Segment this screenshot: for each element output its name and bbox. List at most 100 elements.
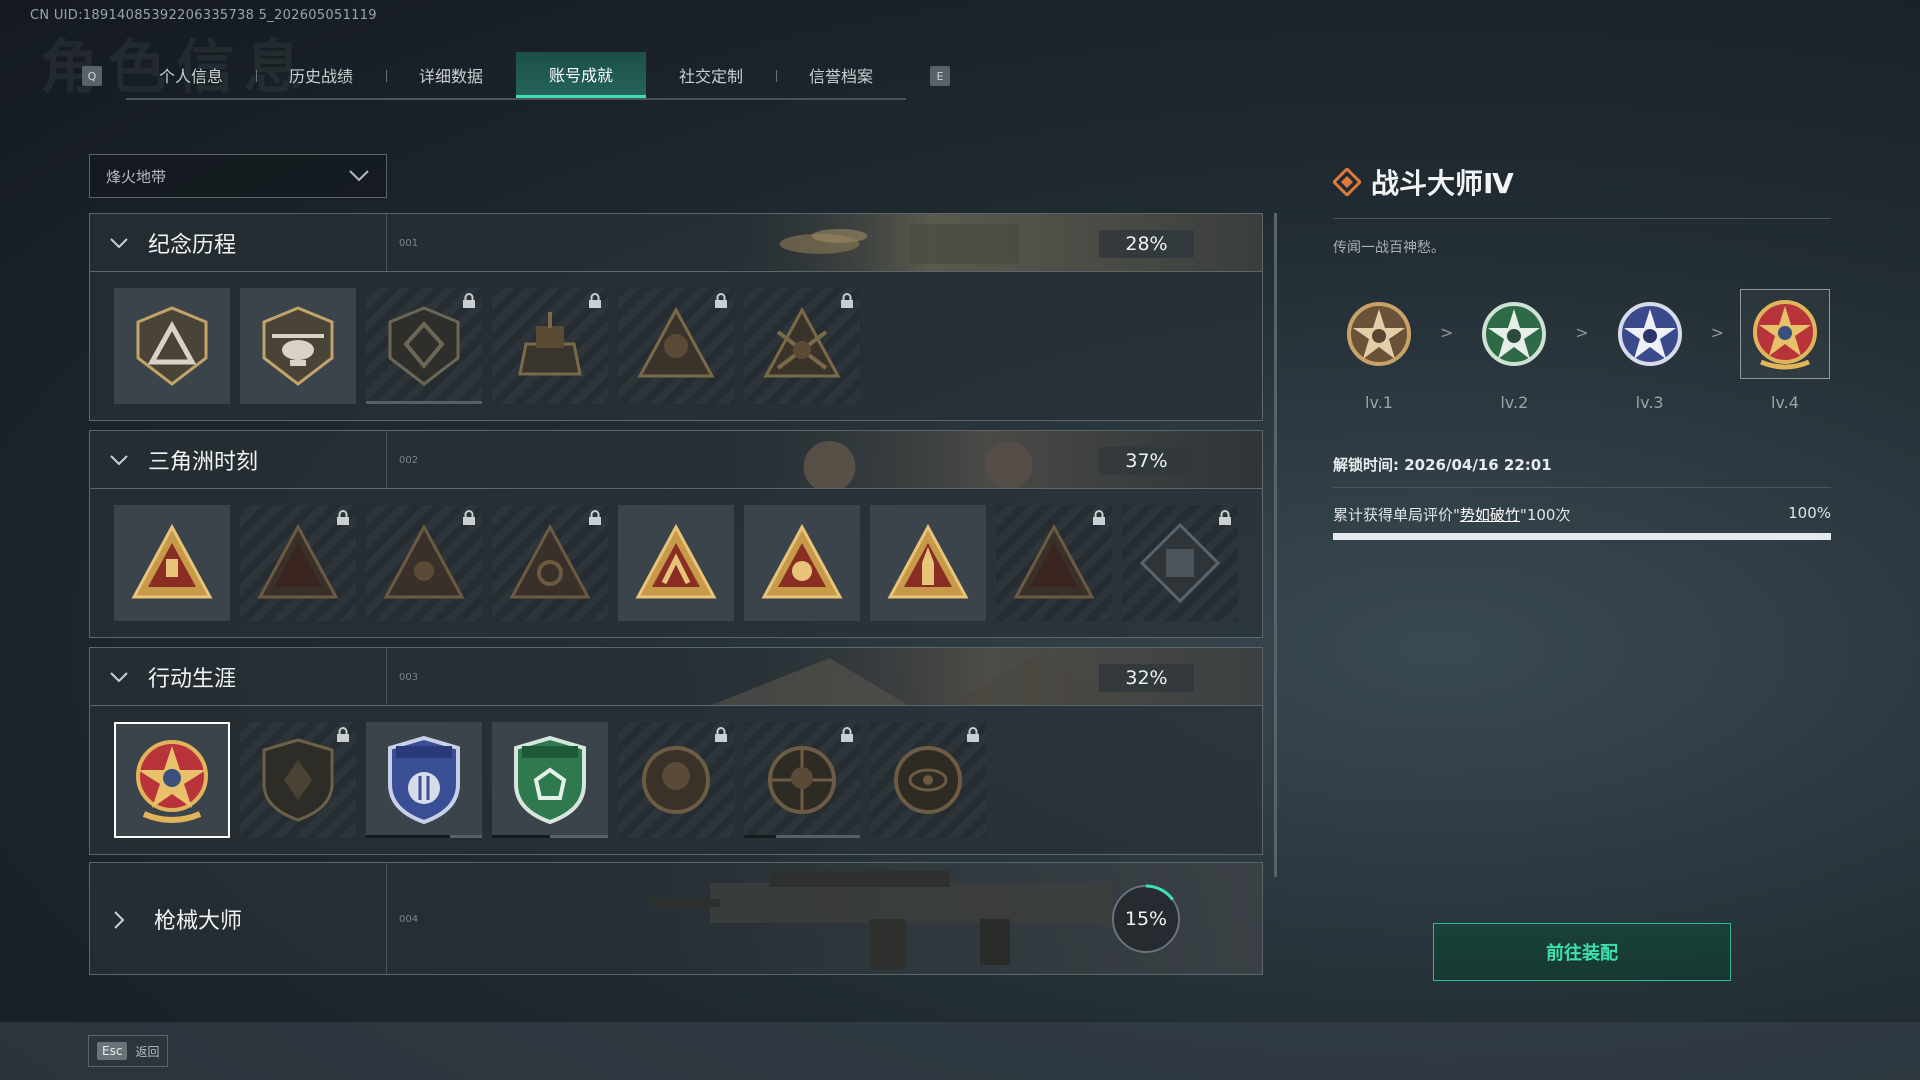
achievement-badge[interactable] bbox=[618, 505, 734, 621]
mode-dropdown-value: 烽火地带 bbox=[106, 167, 167, 186]
level-item[interactable]: lv.1 bbox=[1333, 289, 1425, 412]
lock-icon bbox=[715, 727, 727, 742]
rocket-triangle-icon bbox=[887, 523, 969, 599]
warning-triangle-icon bbox=[1013, 523, 1095, 599]
badge-progress-bar bbox=[492, 835, 608, 838]
requirement-link[interactable]: 势如破竹 bbox=[1460, 506, 1520, 524]
section-memorial: 纪念历程 001 28% bbox=[89, 213, 1263, 421]
achievement-badge[interactable] bbox=[1122, 505, 1238, 621]
requirement-progress-bar bbox=[1333, 533, 1831, 540]
achievement-badge[interactable] bbox=[744, 722, 860, 838]
gold-star-medal-icon bbox=[1752, 300, 1817, 370]
requirement-text: 累计获得单局评价"势如破竹"100次 bbox=[1333, 506, 1571, 524]
tab-personal-info[interactable]: 个人信息 bbox=[126, 52, 256, 98]
lock-icon bbox=[841, 727, 853, 742]
warning-triangle-icon bbox=[257, 523, 339, 599]
lock-icon bbox=[715, 293, 727, 308]
achievement-badge[interactable] bbox=[618, 722, 734, 838]
tab-bar: Q 个人信息 历史战绩 详细数据 账号成就 社交定制 信誉档案 E bbox=[82, 52, 950, 100]
tab-credit[interactable]: 信誉档案 bbox=[776, 52, 906, 98]
badge-grid bbox=[90, 706, 1262, 854]
blue-shield-icon bbox=[388, 735, 460, 825]
achievement-badge[interactable] bbox=[744, 505, 860, 621]
achievement-badge[interactable] bbox=[240, 722, 356, 838]
skull-target-icon bbox=[768, 746, 836, 814]
section-header[interactable]: 纪念历程 001 28% bbox=[90, 214, 1262, 272]
achievement-badge[interactable] bbox=[744, 288, 860, 404]
turret-icon bbox=[518, 312, 582, 376]
achievement-badge[interactable] bbox=[366, 288, 482, 404]
achievement-badge[interactable] bbox=[492, 722, 608, 838]
chevron-down-icon bbox=[110, 454, 128, 465]
lock-icon bbox=[337, 727, 349, 742]
requirement-progress-fill bbox=[1333, 533, 1831, 540]
achievement-badge[interactable] bbox=[366, 722, 482, 838]
eye-emblem-icon bbox=[894, 746, 962, 814]
bronze-star-medal-icon bbox=[1347, 302, 1411, 366]
lock-icon bbox=[967, 727, 979, 742]
shield-emblem-icon bbox=[262, 738, 334, 822]
lock-icon bbox=[337, 510, 349, 525]
warning-triangle-icon bbox=[635, 523, 717, 599]
section-title: 枪械大师 bbox=[154, 909, 243, 934]
chevron-right-icon bbox=[114, 910, 125, 929]
lock-icon bbox=[1219, 510, 1231, 525]
diamond-icon bbox=[1333, 168, 1361, 196]
crossed-rifles-icon bbox=[763, 306, 841, 378]
section-percent: 37% bbox=[1099, 447, 1194, 475]
diamond-emblem-icon bbox=[1139, 522, 1221, 604]
achievement-badge[interactable] bbox=[870, 722, 986, 838]
level-item[interactable]: lv.3 bbox=[1604, 289, 1696, 412]
section-header[interactable]: 三角洲时刻 002 37% bbox=[90, 431, 1262, 489]
achievement-detail-panel: 战斗大师Ⅳ 传闻一战百神愁。 lv.1 > lv.2 > lv.3 > lv.4… bbox=[1333, 162, 1831, 540]
achievement-badge[interactable] bbox=[240, 288, 356, 404]
tab-social[interactable]: 社交定制 bbox=[646, 52, 776, 98]
achievement-badge[interactable] bbox=[114, 288, 230, 404]
achievement-badge[interactable] bbox=[492, 505, 608, 621]
detail-description: 传闻一战百神愁。 bbox=[1333, 240, 1445, 256]
unlock-time: 解锁时间: 2026/04/16 22:01 bbox=[1333, 454, 1831, 488]
section-moments: 三角洲时刻 002 37% bbox=[89, 430, 1263, 638]
level-item[interactable]: lv.2 bbox=[1468, 289, 1560, 412]
achievement-badge[interactable] bbox=[366, 505, 482, 621]
achievement-badge[interactable] bbox=[618, 288, 734, 404]
footer-bar bbox=[0, 1022, 1920, 1080]
badge-grid bbox=[90, 489, 1262, 637]
mode-dropdown[interactable]: 烽火地带 bbox=[89, 154, 387, 198]
achievement-badge[interactable] bbox=[114, 505, 230, 621]
tab-prev-key[interactable]: Q bbox=[82, 66, 102, 86]
lock-icon bbox=[463, 293, 475, 308]
achievement-badge[interactable] bbox=[492, 288, 608, 404]
section-percent: 28% bbox=[1099, 230, 1194, 258]
section-title: 行动生涯 bbox=[148, 666, 237, 692]
go-equip-button[interactable]: 前往装配 bbox=[1433, 923, 1731, 981]
badge-progress-bar bbox=[366, 401, 482, 404]
tab-detailed-data[interactable]: 详细数据 bbox=[386, 52, 516, 98]
level-item-selected[interactable]: lv.4 bbox=[1739, 289, 1831, 412]
warning-triangle-icon bbox=[761, 523, 843, 599]
achievement-badge-selected[interactable] bbox=[114, 722, 230, 838]
badge-progress-bar bbox=[366, 835, 482, 838]
tab-history[interactable]: 历史战绩 bbox=[256, 52, 386, 98]
hooded-soldier-icon bbox=[637, 306, 715, 378]
back-button[interactable]: Esc 返回 bbox=[88, 1035, 169, 1067]
section-weapon-master[interactable]: 枪械大师 004 15% bbox=[89, 862, 1263, 975]
tab-achievements[interactable]: 账号成就 bbox=[516, 52, 646, 98]
triangle-shield-icon bbox=[136, 306, 208, 386]
chevron-down-icon bbox=[349, 170, 369, 182]
back-label: 返回 bbox=[135, 1044, 160, 1059]
section-number: 001 bbox=[386, 214, 418, 271]
achievement-badge[interactable] bbox=[870, 505, 986, 621]
helicopter-icon bbox=[262, 306, 334, 386]
green-star-medal-icon bbox=[1482, 302, 1547, 366]
lock-icon bbox=[1093, 510, 1105, 525]
scrollbar[interactable] bbox=[1274, 213, 1277, 877]
detail-title: 战斗大师Ⅳ bbox=[1371, 167, 1514, 200]
round-emblem-icon bbox=[642, 746, 710, 814]
tab-next-key[interactable]: E bbox=[930, 66, 950, 86]
achievement-badge[interactable] bbox=[240, 505, 356, 621]
level-progression: lv.1 > lv.2 > lv.3 > lv.4 bbox=[1333, 289, 1831, 412]
section-header[interactable]: 行动生涯 003 32% bbox=[90, 648, 1262, 706]
section-title: 三角洲时刻 bbox=[148, 449, 259, 475]
achievement-badge[interactable] bbox=[996, 505, 1112, 621]
